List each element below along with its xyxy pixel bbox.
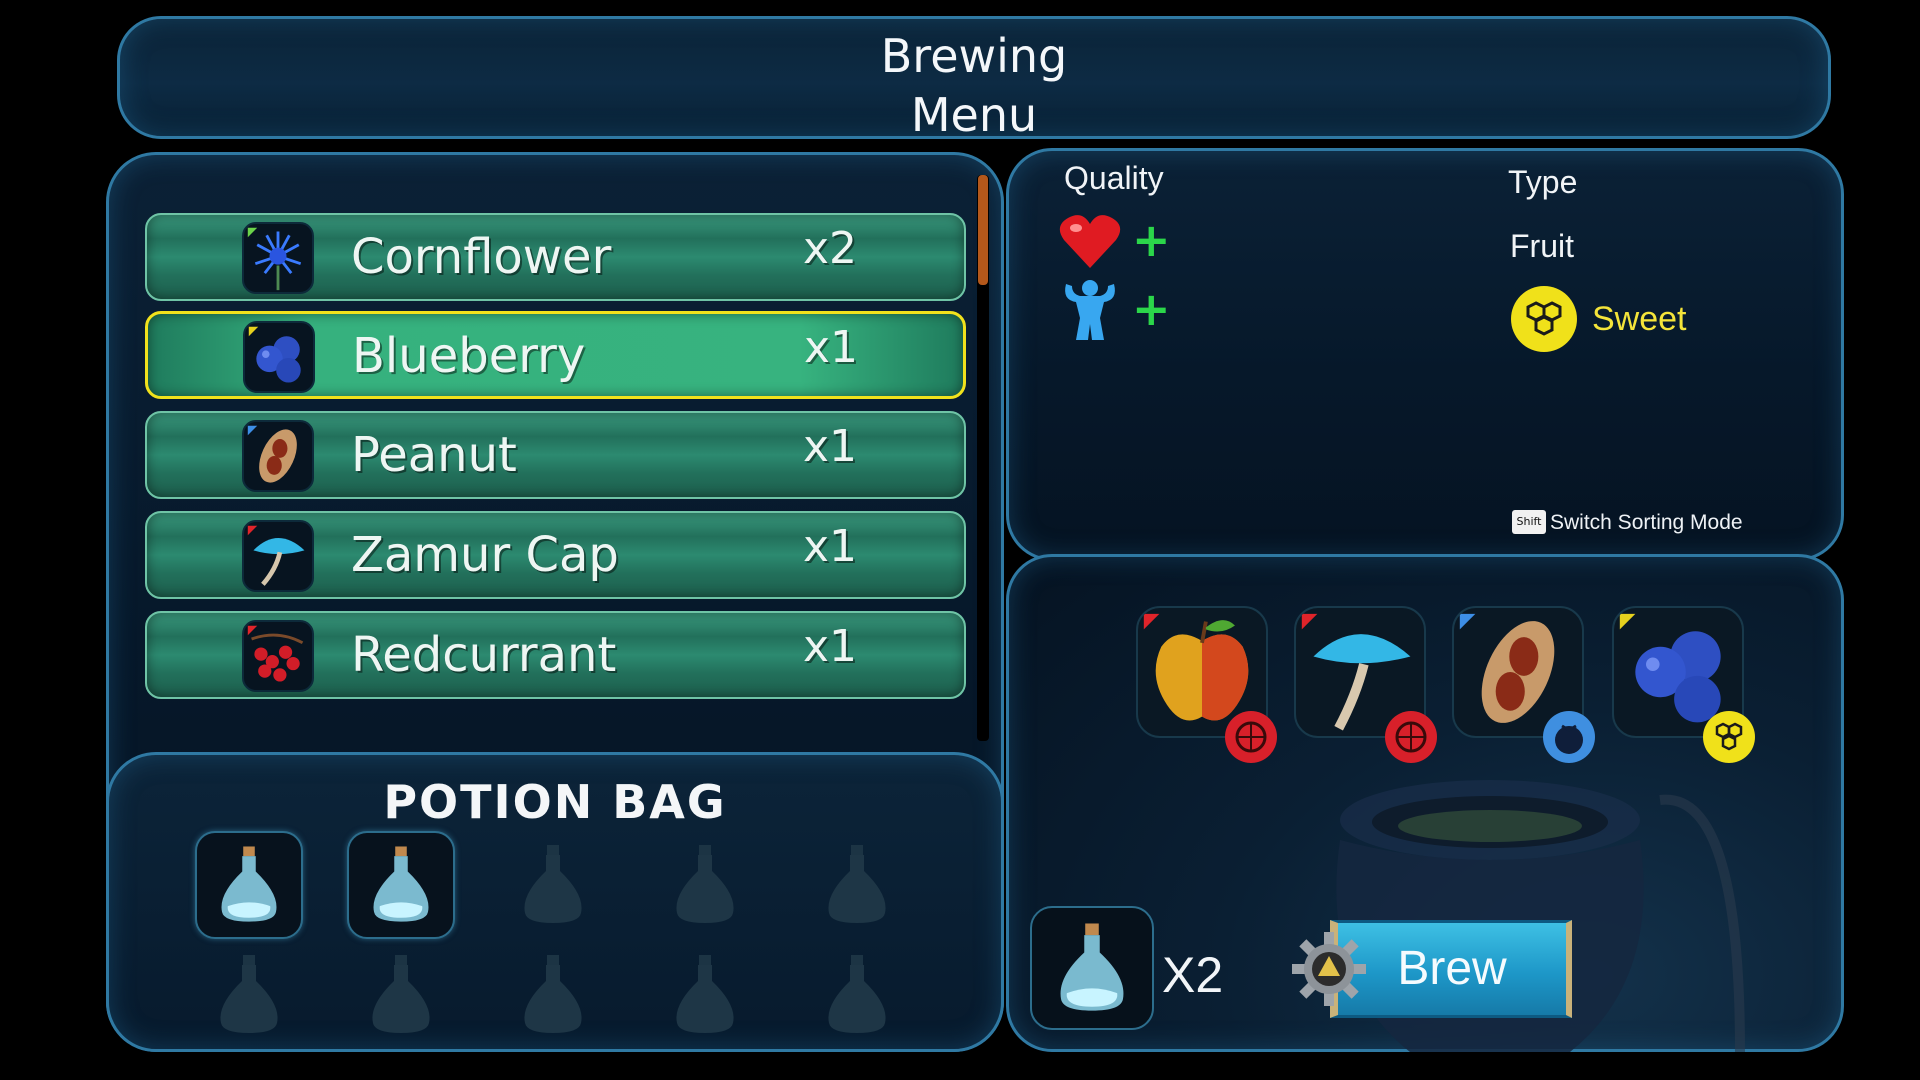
shift-key-icon: Shift xyxy=(1512,510,1546,534)
ingredient-name: Peanut xyxy=(351,427,517,483)
potion-slot-empty[interactable] xyxy=(195,941,303,1049)
ingredient-row-peanut[interactable]: Peanut x1 xyxy=(145,411,966,499)
potion-slot-empty[interactable] xyxy=(803,831,911,939)
empty-potion-icon xyxy=(220,955,278,1033)
potion-slot-empty[interactable] xyxy=(347,941,455,1049)
ingredient-row-zamur-cap[interactable]: Zamur Cap x1 xyxy=(145,511,966,599)
switch-sorting-hint[interactable]: Switch Sorting Mode xyxy=(1550,511,1743,535)
ingredient-name: Blueberry xyxy=(352,328,586,384)
potion-slot-empty[interactable] xyxy=(499,941,607,1049)
mushroom-icon xyxy=(242,520,314,592)
sour-icon xyxy=(1384,710,1438,764)
brew-button-label: Brew xyxy=(1397,942,1507,995)
potion-slot-empty[interactable] xyxy=(651,941,759,1049)
bitter-icon xyxy=(1542,710,1596,764)
empty-potion-icon xyxy=(676,845,734,923)
scrollbar[interactable] xyxy=(977,175,989,741)
empty-potion-icon xyxy=(372,955,430,1033)
type-label: Type xyxy=(1508,164,1578,200)
scrollbar-thumb[interactable] xyxy=(978,175,988,285)
potion-icon xyxy=(221,846,277,922)
potion-slot-filled[interactable] xyxy=(195,831,303,939)
quality-plus: + xyxy=(1132,282,1171,336)
title-line-1: Brewing xyxy=(880,29,1068,83)
page-title: Brewing Menu xyxy=(120,27,1828,145)
empty-potion-icon xyxy=(828,845,886,923)
gear-icon xyxy=(1290,930,1368,1008)
blueberry-icon xyxy=(243,321,315,393)
empty-potion-icon xyxy=(676,955,734,1033)
potion-icon xyxy=(1060,923,1124,1011)
ingredient-name: Redcurrant xyxy=(351,627,617,683)
ingredient-name: Zamur Cap xyxy=(351,527,619,583)
potion-slot-empty[interactable] xyxy=(651,831,759,939)
ingredient-qty: x2 xyxy=(803,223,858,274)
ingredient-row-cornflower[interactable]: Cornflower x2 xyxy=(145,213,966,301)
result-quantity: X2 xyxy=(1162,947,1224,1003)
cornflower-icon xyxy=(242,222,314,294)
info-panel xyxy=(1006,148,1844,561)
potion-bag-panel: POTION BAG xyxy=(106,752,1004,1052)
ingredient-qty: x1 xyxy=(803,621,858,672)
potion-icon xyxy=(373,846,429,922)
type-value: Fruit xyxy=(1510,228,1574,264)
sweet-icon xyxy=(1511,286,1577,352)
flavor-label: Sweet xyxy=(1592,300,1687,338)
quality-label: Quality xyxy=(1064,160,1164,196)
empty-potion-icon xyxy=(524,955,582,1033)
potion-slot-empty[interactable] xyxy=(803,941,911,1049)
potion-bag-title: POTION BAG xyxy=(383,775,727,829)
ingredient-qty: x1 xyxy=(804,322,859,373)
title-line-2: Menu xyxy=(910,88,1038,142)
redcurrant-icon xyxy=(242,620,314,692)
sweet-icon xyxy=(1702,710,1756,764)
title-bar: Brewing Menu xyxy=(117,16,1831,142)
ingredient-qty: x1 xyxy=(803,521,858,572)
ingredient-row-redcurrant[interactable]: Redcurrant x1 xyxy=(145,611,966,699)
empty-potion-icon xyxy=(524,845,582,923)
ingredient-row-blueberry[interactable]: Blueberry x1 xyxy=(145,311,966,399)
potion-slot-empty[interactable] xyxy=(499,831,607,939)
sour-icon xyxy=(1224,710,1278,764)
peanut-icon xyxy=(242,420,314,492)
strength-icon xyxy=(1065,280,1115,340)
quality-plus: + xyxy=(1132,213,1171,267)
ingredient-qty: x1 xyxy=(803,421,858,472)
potion-slot-filled[interactable] xyxy=(347,831,455,939)
heart-icon xyxy=(1059,215,1121,268)
ingredient-name: Cornflower xyxy=(351,229,612,285)
result-potion-slot xyxy=(1030,906,1154,1030)
empty-potion-icon xyxy=(828,955,886,1033)
